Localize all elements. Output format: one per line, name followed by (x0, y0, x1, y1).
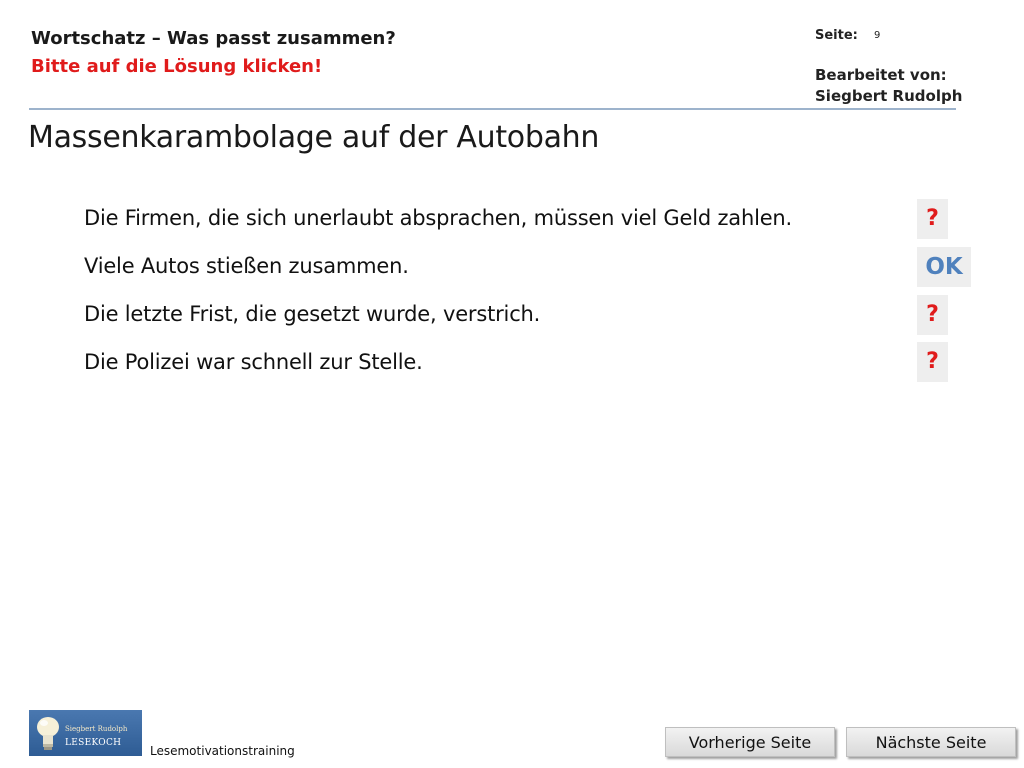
sentence-1: Die Firmen, die sich unerlaubt absprache… (84, 206, 793, 230)
logo-author: Siegbert Rudolph (65, 725, 128, 733)
header-divider (29, 108, 956, 110)
lightbulb-icon (37, 717, 59, 750)
edited-by-name: Siegbert Rudolph (815, 87, 963, 105)
answer-button-4[interactable]: ? (917, 342, 948, 382)
logo-text: LESEKOCH (65, 738, 122, 748)
previous-page-button[interactable]: Vorherige Seite (665, 727, 835, 757)
sentence-3: Die letzte Frist, die gesetzt wurde, ver… (84, 302, 541, 326)
answer-ok-button-2[interactable]: OK (917, 247, 971, 287)
page-label: Seite: (815, 28, 858, 43)
edited-by-label: Bearbeitet von: (815, 66, 947, 84)
page-number: 9 (874, 30, 881, 41)
header-instruction: Bitte auf die Lösung klicken! (31, 56, 323, 77)
answer-button-1[interactable]: ? (917, 199, 948, 239)
sentence-2: Viele Autos stießen zusammen. (84, 254, 409, 278)
page-title: Massenkarambolage auf der Autobahn (28, 120, 600, 155)
lesekoch-logo: Siegbert Rudolph LESEKOCH (29, 710, 142, 756)
sentence-4: Die Polizei war schnell zur Stelle. (84, 350, 423, 374)
footer-label: Lesemotivationstraining (150, 744, 295, 758)
next-page-button[interactable]: Nächste Seite (846, 727, 1016, 757)
answer-button-3[interactable]: ? (917, 295, 948, 335)
header-title: Wortschatz – Was passt zusammen? (31, 28, 396, 49)
